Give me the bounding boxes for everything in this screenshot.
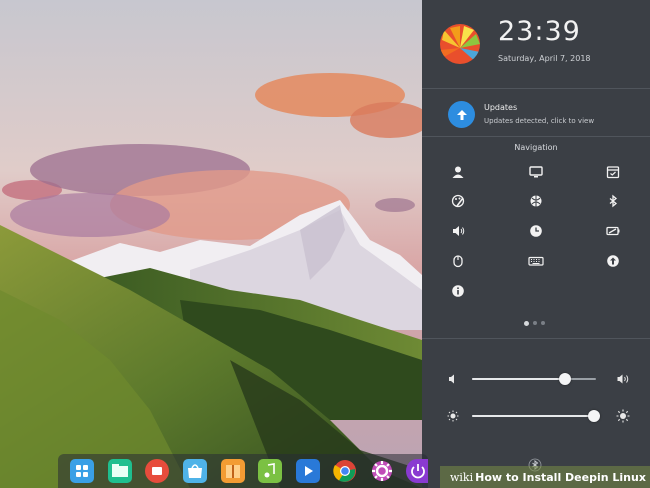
keyboard-icon[interactable] — [523, 249, 549, 273]
divider — [422, 88, 650, 89]
bluetooth-icon[interactable] — [600, 189, 626, 213]
calendar-icon[interactable] — [600, 160, 626, 184]
update-icon[interactable] — [600, 249, 626, 273]
page-dot-3[interactable] — [541, 321, 545, 325]
archive-icon[interactable] — [221, 459, 245, 483]
sound-icon[interactable] — [445, 219, 471, 243]
updates-description[interactable]: Updates detected, click to view — [484, 117, 594, 125]
screen-recorder-icon[interactable] — [145, 459, 169, 483]
personalization-icon[interactable] — [445, 189, 471, 213]
clock-time: 23:39 — [498, 16, 581, 47]
clock-date: Saturday, April 7, 2018 — [498, 54, 591, 63]
volume-slider-row — [446, 372, 630, 386]
power-icon[interactable] — [406, 459, 428, 483]
control-center-panel: 23:39 Saturday, April 7, 2018 Updates Up… — [422, 0, 650, 488]
settings-icon[interactable] — [370, 459, 394, 483]
dock — [58, 454, 428, 488]
volume-slider-knob[interactable] — [559, 373, 571, 385]
power-icon[interactable] — [600, 219, 626, 243]
brightness-slider[interactable] — [472, 410, 600, 422]
volume-high-icon[interactable] — [616, 372, 630, 386]
updates-title[interactable]: Updates — [484, 103, 517, 112]
video-icon[interactable] — [296, 459, 320, 483]
brightness-low-icon[interactable] — [446, 409, 460, 423]
brightness-slider-knob[interactable] — [588, 410, 600, 422]
divider — [422, 338, 650, 339]
account-icon[interactable] — [445, 160, 471, 184]
volume-low-icon[interactable] — [446, 372, 460, 386]
updates-arrow-icon[interactable] — [448, 101, 475, 128]
volume-slider-fill — [472, 378, 565, 380]
user-avatar[interactable] — [440, 24, 480, 64]
info-icon[interactable] — [445, 279, 471, 303]
page-dot-2[interactable] — [533, 321, 537, 325]
file-manager-icon[interactable] — [108, 459, 132, 483]
brightness-slider-fill — [472, 415, 594, 417]
page-indicator[interactable] — [524, 320, 545, 326]
launcher-icon[interactable] — [70, 459, 94, 483]
brightness-high-icon[interactable] — [616, 409, 630, 423]
network-icon[interactable] — [523, 189, 549, 213]
watermark-text: How to Install Deepin Linux — [475, 470, 646, 484]
divider — [422, 136, 650, 137]
volume-slider[interactable] — [472, 373, 596, 385]
chrome-icon[interactable] — [333, 459, 357, 483]
mouse-icon[interactable] — [445, 249, 471, 273]
page-dot-1[interactable] — [524, 320, 529, 326]
time-icon[interactable] — [523, 219, 549, 243]
music-icon[interactable] — [258, 459, 282, 483]
brightness-slider-row — [446, 409, 630, 423]
wikihow-watermark: wiki How to Install Deepin Linux — [440, 466, 650, 488]
navigation-title: Navigation — [514, 143, 558, 152]
display-icon[interactable] — [523, 160, 549, 184]
app-store-icon[interactable] — [183, 459, 207, 483]
watermark-wiki: wiki — [450, 470, 474, 484]
